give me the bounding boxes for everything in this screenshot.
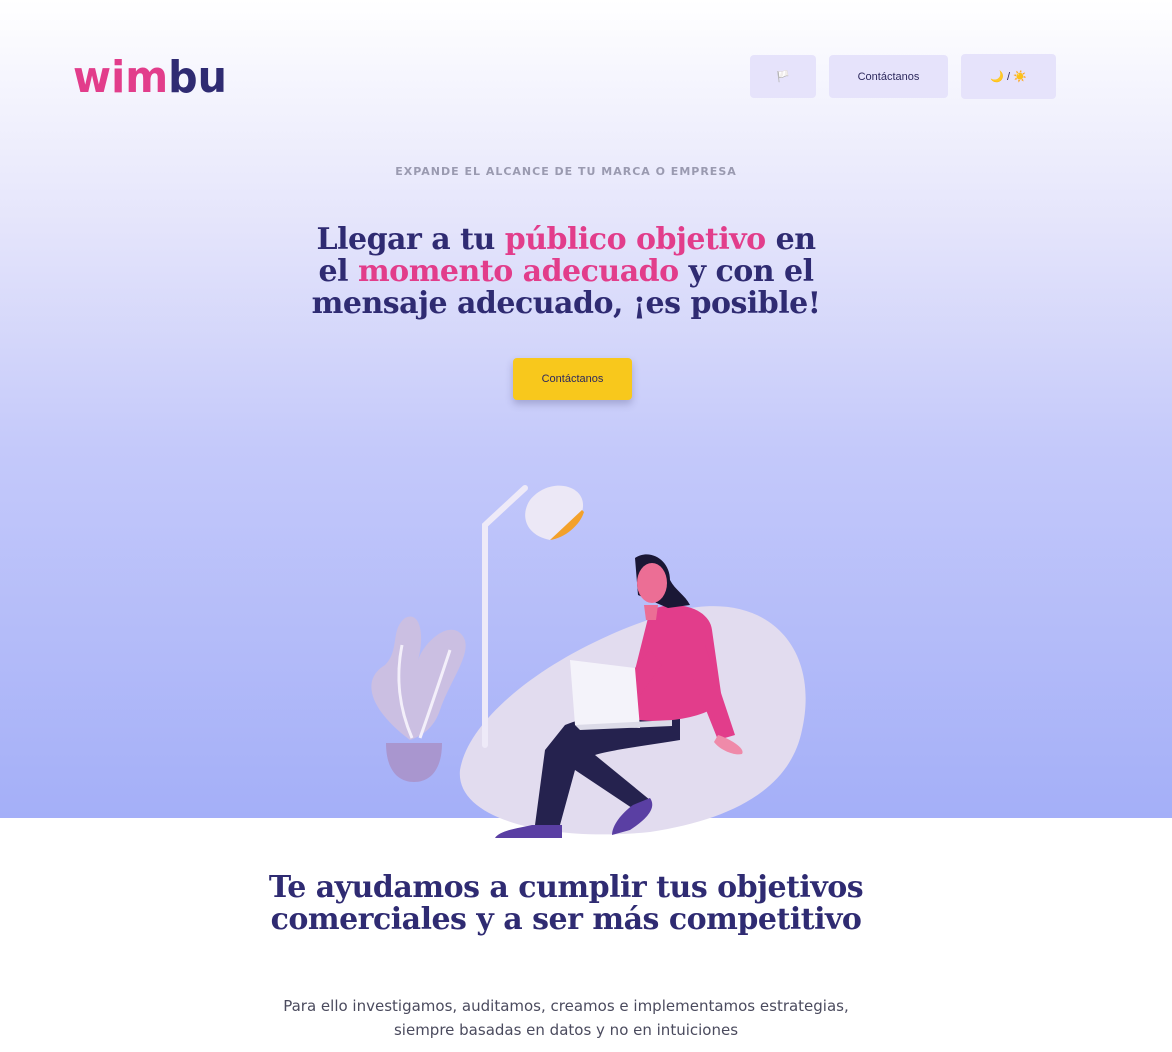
section-title: Te ayudamos a cumplir tus objetivos come… bbox=[268, 870, 864, 937]
section-text-line-2: siempre basadas en datos y no en intuici… bbox=[393, 1021, 739, 1039]
nav-contact-button[interactable]: Contáctanos bbox=[829, 55, 948, 98]
wimbu-logo[interactable]: wimbu bbox=[73, 52, 229, 98]
laptop bbox=[570, 660, 640, 728]
flag-icon: 🏳️ bbox=[776, 71, 790, 83]
lamp-head bbox=[525, 485, 584, 540]
theme-toggle-button[interactable]: 🌙 / ☀️ bbox=[961, 54, 1056, 99]
woman-with-laptop-illustration bbox=[350, 470, 820, 847]
headline-highlight-1: público objetivo bbox=[504, 222, 766, 257]
hero-eyebrow: EXPANDE EL ALCANCE DE TU MARCA O EMPRESA bbox=[395, 165, 737, 178]
hero-headline: Llegar a tu público objetivo en el momen… bbox=[306, 224, 826, 320]
logo-text: wimbu bbox=[73, 52, 227, 98]
section-text-line-1: Para ello investigamos, auditamos, cream… bbox=[283, 997, 849, 1015]
headline-highlight-2: momento adecuado bbox=[357, 254, 679, 289]
plant-pot bbox=[386, 743, 442, 782]
woman-face bbox=[637, 563, 667, 603]
plant-leaves bbox=[371, 616, 466, 740]
section-description: Para ello investigamos, auditamos, cream… bbox=[240, 994, 892, 1042]
language-button[interactable]: 🏳️ bbox=[750, 55, 816, 98]
hero-contact-button[interactable]: Contáctanos bbox=[513, 358, 632, 400]
headline-part1: Llegar a tu bbox=[316, 222, 505, 257]
